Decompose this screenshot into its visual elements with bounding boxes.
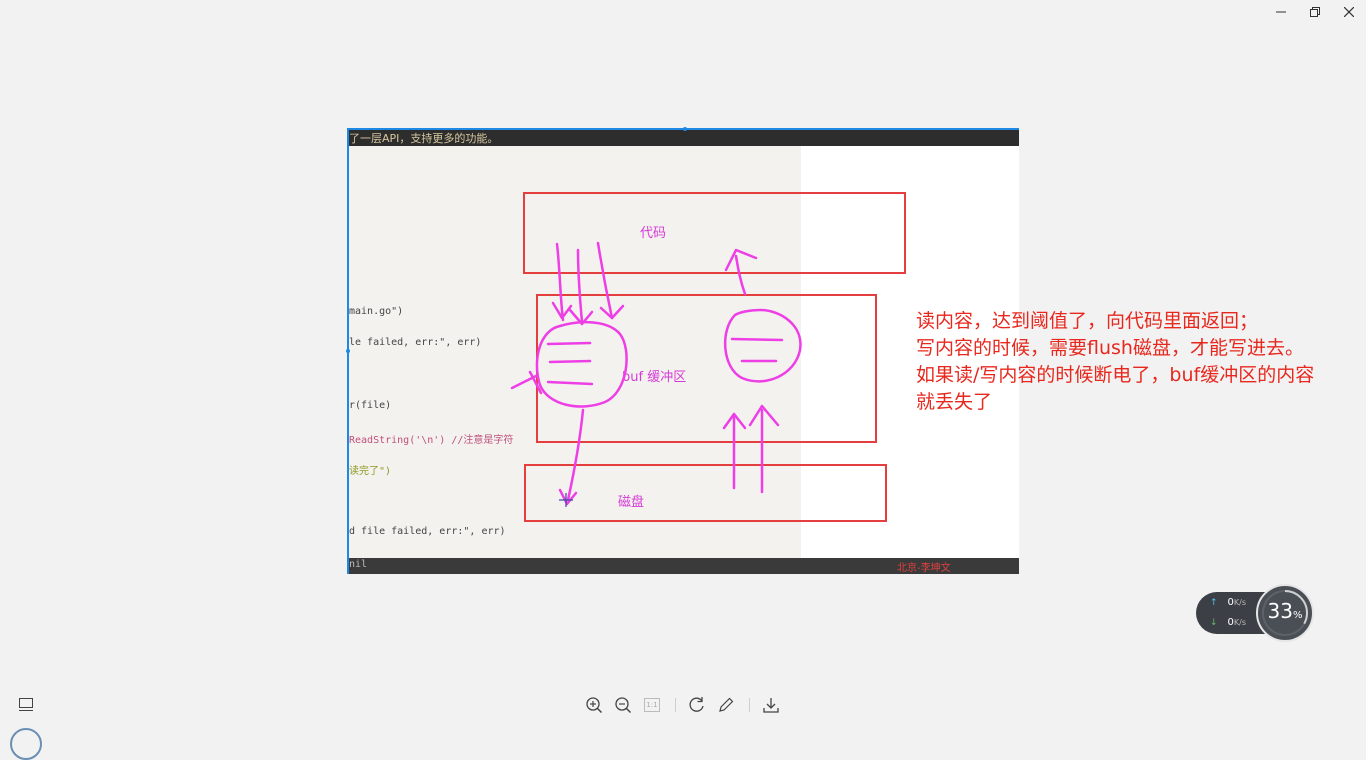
zoom-out-icon xyxy=(615,697,632,714)
upload-speed: ↑ 0K/s xyxy=(1210,597,1247,608)
download-icon xyxy=(763,698,779,713)
upload-arrow-icon: ↑ xyxy=(1210,598,1218,608)
floating-ball[interactable] xyxy=(10,728,42,760)
download-button[interactable] xyxy=(757,690,785,720)
toolbar-separator xyxy=(749,698,750,712)
usage-gauge[interactable]: 33% xyxy=(1256,584,1314,642)
download-arrow-icon: ↓ xyxy=(1210,618,1218,628)
annotation-line: 如果读/写内容的时候断电了，buf缓冲区的内容 xyxy=(916,364,1315,386)
zoom-in-icon xyxy=(586,697,603,714)
edit-button[interactable] xyxy=(712,690,740,720)
cursor-crosshair xyxy=(559,493,573,507)
thumbnail-button[interactable] xyxy=(12,690,40,720)
annotation-line: 读内容，达到阈值了，向代码里面返回； xyxy=(916,310,1259,332)
actual-size-button[interactable]: 1:1 xyxy=(638,690,666,720)
annotation-line: 就丢失了 xyxy=(916,391,993,413)
usage-value: 33% xyxy=(1267,599,1303,623)
annotation-text: 读内容，达到阈值了，向代码里面返回； 写内容的时候，需要flush磁盘，才能写进… xyxy=(916,308,1361,416)
rotate-button[interactable] xyxy=(683,690,711,720)
rotate-icon xyxy=(689,697,704,712)
toolbar-separator xyxy=(675,698,676,712)
annotation-line: 写内容的时候，需要flush磁盘，才能写进去。 xyxy=(916,337,1304,359)
edit-icon xyxy=(719,697,734,712)
actual-size-icon: 1:1 xyxy=(644,698,660,712)
download-speed: ↓ 0K/s xyxy=(1210,617,1247,628)
viewer-toolbar: 1:1 xyxy=(0,690,1366,720)
zoom-out-button[interactable] xyxy=(609,690,637,720)
zoom-in-button[interactable] xyxy=(580,690,608,720)
thumbnail-icon xyxy=(19,698,33,711)
